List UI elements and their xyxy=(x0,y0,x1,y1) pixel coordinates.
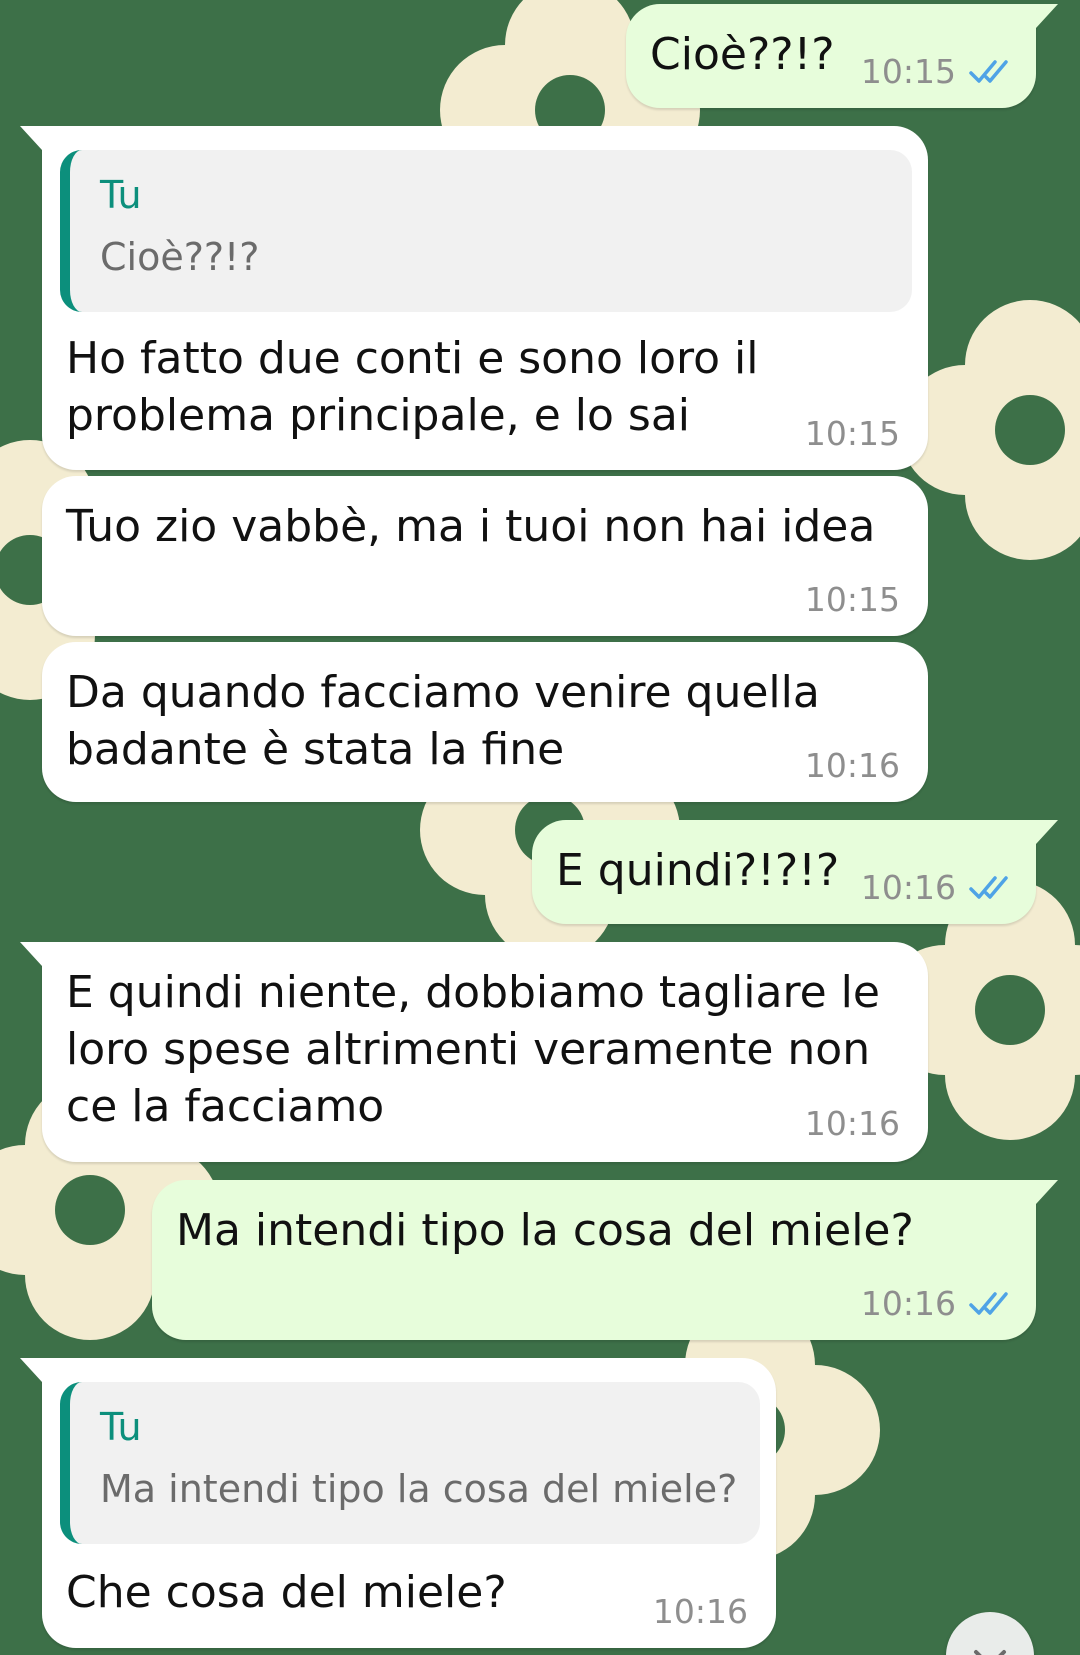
message-time: 10:16 xyxy=(860,1284,956,1323)
message-text: Ma intendi tipo la cosa del miele? xyxy=(176,1205,914,1256)
outgoing-message[interactable]: E quindi?!?!? 10:16 xyxy=(532,820,1058,924)
message-time: 10:16 xyxy=(804,1104,900,1143)
message-meta: 10:15 xyxy=(861,52,1012,92)
double-check-read-icon xyxy=(969,60,1008,83)
incoming-message[interactable]: Da quando facciamo venire quella badante… xyxy=(42,642,928,802)
message-time: 10:15 xyxy=(804,580,900,619)
message-text: Cioè??!? xyxy=(650,29,835,80)
message-meta: 10:16 xyxy=(653,1592,748,1632)
incoming-message[interactable]: Tu Cioè??!? Ho fatto due conti e sono lo… xyxy=(20,126,928,470)
chevron-down-icon xyxy=(974,1650,1006,1655)
message-meta: 10:16 xyxy=(861,868,1012,908)
incoming-message[interactable]: E quindi niente, dobbiamo tagliare le lo… xyxy=(20,942,928,1162)
message-meta: 10:15 xyxy=(805,414,900,454)
quote-author: Tu xyxy=(100,1405,142,1449)
message-text: Tuo zio vabbè, ma i tuoi non hai idea xyxy=(66,501,876,552)
message-meta: 10:15 xyxy=(805,580,900,620)
double-check-read-icon xyxy=(969,876,1008,899)
scroll-to-bottom-button[interactable] xyxy=(946,1612,1034,1655)
message-text: Da quando facciamo venire quella badante… xyxy=(66,667,820,775)
quote-text: Cioè??!? xyxy=(100,235,260,279)
message-text: Che cosa del miele? xyxy=(66,1567,507,1618)
outgoing-message[interactable]: Cioè??!? 10:15 xyxy=(626,4,1058,108)
quote-text: Ma intendi tipo la cosa del miele? xyxy=(100,1467,738,1511)
message-text: E quindi?!?!? xyxy=(556,845,840,896)
message-time: 10:15 xyxy=(860,52,956,91)
message-time: 10:16 xyxy=(652,1592,748,1631)
reply-quote[interactable]: Tu Ma intendi tipo la cosa del miele? xyxy=(60,1382,760,1544)
incoming-message[interactable]: Tuo zio vabbè, ma i tuoi non hai idea 10… xyxy=(42,476,928,636)
reply-quote[interactable]: Tu Cioè??!? xyxy=(60,150,912,312)
message-text: Ho fatto due conti e sono loro il proble… xyxy=(66,333,759,441)
message-meta: 10:16 xyxy=(805,1104,900,1144)
message-meta: 10:16 xyxy=(805,746,900,786)
message-time: 10:15 xyxy=(804,414,900,453)
incoming-message[interactable]: Tu Ma intendi tipo la cosa del miele? Ch… xyxy=(20,1358,776,1648)
double-check-read-icon xyxy=(969,1292,1008,1315)
message-time: 10:16 xyxy=(860,868,956,907)
message-meta: 10:16 xyxy=(861,1284,1012,1324)
outgoing-message[interactable]: Ma intendi tipo la cosa del miele? 10:16 xyxy=(152,1180,1058,1340)
message-text: E quindi niente, dobbiamo tagliare le lo… xyxy=(66,967,880,1132)
quote-author: Tu xyxy=(100,173,142,217)
chat-background: Cioè??!? 10:15 Tu Cioè??!? Ho fatto due … xyxy=(0,0,1080,1655)
message-time: 10:16 xyxy=(804,746,900,785)
